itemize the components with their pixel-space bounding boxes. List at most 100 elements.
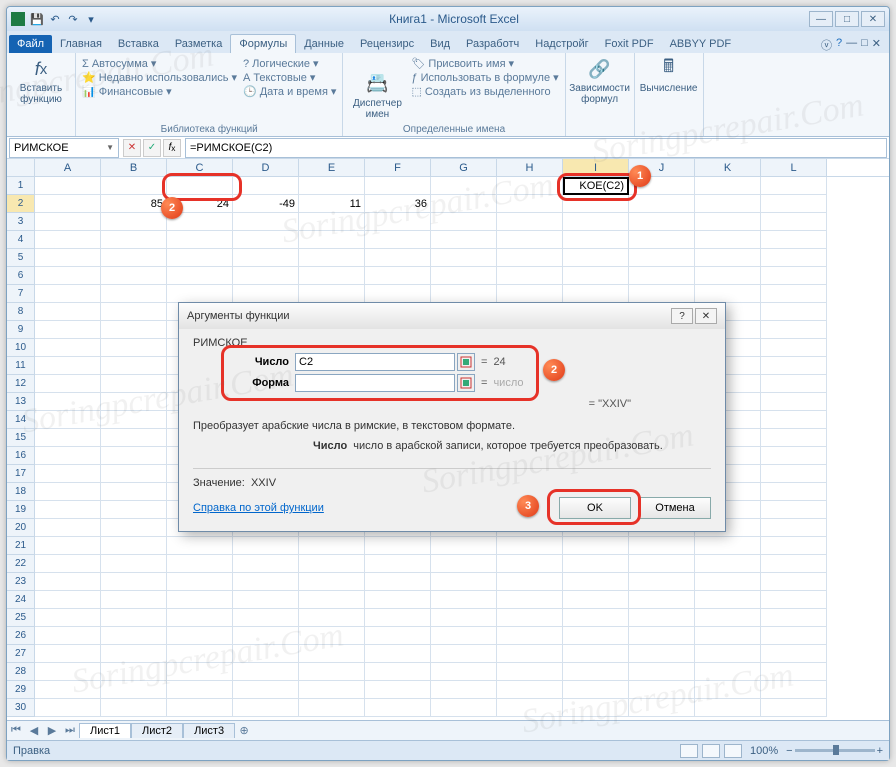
cell[interactable] [761,303,827,321]
cell[interactable] [233,681,299,699]
undo-icon[interactable]: ↶ [47,11,63,27]
cell[interactable] [431,645,497,663]
cell[interactable] [761,285,827,303]
cell[interactable] [101,429,167,447]
cell[interactable] [761,375,827,393]
tab-foxit[interactable]: Foxit PDF [597,35,662,53]
cell[interactable] [629,573,695,591]
cell[interactable] [233,249,299,267]
financial-button[interactable]: 📊 Финансовые ▾ [82,85,237,98]
row-header-8[interactable]: 8 [7,303,35,321]
cell[interactable] [629,627,695,645]
cell[interactable] [35,591,101,609]
cell[interactable] [431,285,497,303]
cell[interactable] [101,375,167,393]
cell[interactable] [101,249,167,267]
cell[interactable] [761,177,827,195]
zoom-in-icon[interactable]: + [877,745,883,757]
row-header-20[interactable]: 20 [7,519,35,537]
cell[interactable] [563,645,629,663]
row-header-10[interactable]: 10 [7,339,35,357]
view-normal-button[interactable] [680,744,698,758]
cell[interactable] [365,249,431,267]
ok-button[interactable]: OK [559,497,631,519]
fx-button[interactable]: fx [163,139,181,157]
row-header-19[interactable]: 19 [7,501,35,519]
row-header-29[interactable]: 29 [7,681,35,699]
cell[interactable] [233,663,299,681]
cell[interactable] [167,231,233,249]
row-header-5[interactable]: 5 [7,249,35,267]
col-G[interactable]: G [431,159,497,176]
cell[interactable] [35,321,101,339]
cell[interactable] [101,681,167,699]
cell[interactable] [35,483,101,501]
cell[interactable] [233,591,299,609]
cell[interactable] [35,429,101,447]
cell[interactable] [299,231,365,249]
row-header-28[interactable]: 28 [7,663,35,681]
cell[interactable] [35,213,101,231]
cell[interactable] [563,267,629,285]
cell[interactable] [695,537,761,555]
cell[interactable] [695,213,761,231]
tab-formulas[interactable]: Формулы [230,34,296,53]
cell[interactable] [695,249,761,267]
logical-button[interactable]: ? Логические ▾ [243,57,336,70]
select-all-corner[interactable] [7,159,35,176]
tab-review[interactable]: Рецензирc [352,35,422,53]
row-header-2[interactable]: 2 [7,195,35,213]
cell[interactable] [299,555,365,573]
cell[interactable] [497,591,563,609]
cell[interactable] [167,645,233,663]
sheet-nav-prev[interactable]: ◀ [25,722,43,740]
cell[interactable] [431,627,497,645]
cell[interactable] [431,213,497,231]
cell[interactable] [629,699,695,717]
col-D[interactable]: D [233,159,299,176]
cell[interactable] [167,555,233,573]
cell[interactable] [35,375,101,393]
cell[interactable] [431,591,497,609]
col-C[interactable]: C [167,159,233,176]
cell[interactable] [629,555,695,573]
cell[interactable] [101,267,167,285]
cell[interactable] [365,573,431,591]
cell[interactable] [761,573,827,591]
cell[interactable] [761,447,827,465]
cell[interactable] [35,285,101,303]
cell[interactable] [629,645,695,663]
cell[interactable] [35,519,101,537]
cell[interactable] [431,681,497,699]
cell[interactable] [101,699,167,717]
cell[interactable] [497,285,563,303]
cell[interactable] [695,627,761,645]
row-header-27[interactable]: 27 [7,645,35,663]
cell[interactable] [101,663,167,681]
calculation-button[interactable]: 🖩 Вычисление [641,55,697,94]
cell[interactable] [695,267,761,285]
cell[interactable] [695,663,761,681]
cell[interactable] [35,627,101,645]
col-F[interactable]: F [365,159,431,176]
name-manager-button[interactable]: 📇 Диспетчер имен [349,55,405,134]
dialog-titlebar[interactable]: Аргументы функции ? ✕ [179,303,725,329]
cell[interactable] [497,681,563,699]
cell[interactable] [101,609,167,627]
cell[interactable] [101,285,167,303]
cell[interactable] [365,663,431,681]
cell[interactable] [761,393,827,411]
cancel-button[interactable]: Отмена [639,497,711,519]
assign-name-button[interactable]: 🏷 Присвоить имя ▾ [411,57,558,70]
cell[interactable] [563,591,629,609]
cell[interactable] [761,645,827,663]
cell[interactable] [695,645,761,663]
sheet-nav-first[interactable]: ⏮ [7,722,25,740]
row-header-1[interactable]: 1 [7,177,35,195]
cell[interactable] [35,501,101,519]
cell[interactable] [101,411,167,429]
row-header-6[interactable]: 6 [7,267,35,285]
cell[interactable] [563,537,629,555]
cell[interactable] [101,645,167,663]
cell[interactable] [563,231,629,249]
